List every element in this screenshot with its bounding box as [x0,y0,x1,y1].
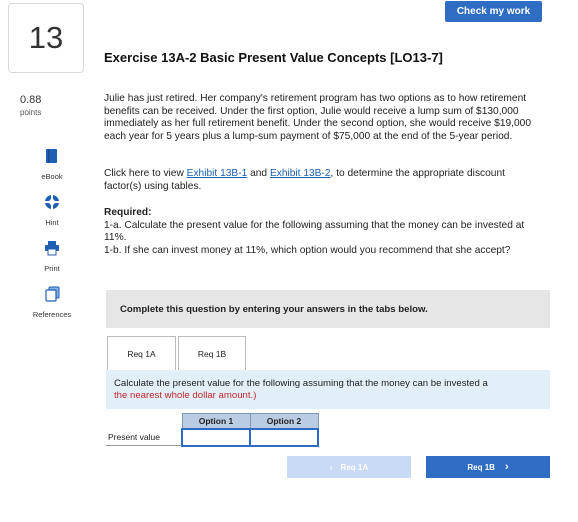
question-number: 13 [8,3,84,73]
option-2-cell [249,427,319,447]
exhibit-and: and [247,168,270,179]
row-label-present-value: Present value [106,428,182,446]
next-tab-label: Req 1B [467,462,495,472]
print-tool[interactable]: Print [22,240,82,278]
exhibit-13b-2-link[interactable]: Exhibit 13B-2 [270,168,331,179]
book-icon [46,149,57,163]
option-1-input[interactable] [183,429,249,445]
exhibit-line: Click here to view Exhibit 13B-1 and Exh… [104,168,544,193]
references-label: References [32,310,72,319]
panel-rounding-note: the nearest whole dollar amount.) [114,389,257,401]
chevron-right-icon: › [504,461,509,473]
requirement-1b: 1-b. If she can invest money at 11%, whi… [104,244,511,256]
exhibit-13b-1-link[interactable]: Exhibit 13B-1 [187,168,248,179]
exercise-title: Exercise 13A-2 Basic Present Value Conce… [104,50,443,65]
print-label: Print [44,264,60,273]
question-panel: Calculate the present value for the foll… [106,370,550,409]
ebook-label: eBook [41,172,63,181]
lifebuoy-icon [45,195,59,209]
exhibit-prefix: Click here to view [104,168,187,179]
check-my-work-button[interactable]: Check my work [445,1,542,22]
table-row: Present value [106,427,319,447]
tab-req-1b[interactable]: Req 1B [178,336,246,370]
column-header-option-2: Option 2 [249,413,319,429]
table-corner [106,414,182,429]
prev-tab-label: Req 1A [340,462,369,472]
prev-tab-button[interactable]: ‹ Req 1A [287,456,411,478]
option-1-cell [181,427,251,447]
points-label: points [20,108,42,117]
panel-instruction: Calculate the present value for the foll… [114,378,488,389]
problem-text: Julie has just retired. Her company's re… [104,93,531,142]
answer-table: Option 1 Option 2 Present value [106,413,319,447]
required-section: Required: 1-a. Calculate the present val… [104,207,544,257]
requirement-1a: 1-a. Calculate the present value for the… [104,219,525,244]
points-display: 0.88 points [20,94,41,117]
hint-tool[interactable]: Hint [22,194,82,232]
chevron-left-icon: ‹ [329,462,333,472]
printer-icon [45,241,59,256]
option-2-input[interactable] [251,429,317,445]
references-icon [45,286,60,302]
points-value: 0.88 [20,94,42,106]
column-header-option-1: Option 1 [181,413,251,429]
references-tool[interactable]: References [22,286,82,324]
instructions-banner: Complete this question by entering your … [106,290,550,328]
next-tab-button[interactable]: Req 1B › [426,456,550,478]
hint-label: Hint [45,218,59,227]
ebook-tool[interactable]: eBook [22,148,82,186]
tab-req-1a[interactable]: Req 1A [107,336,176,370]
required-heading: Required: [104,207,152,218]
